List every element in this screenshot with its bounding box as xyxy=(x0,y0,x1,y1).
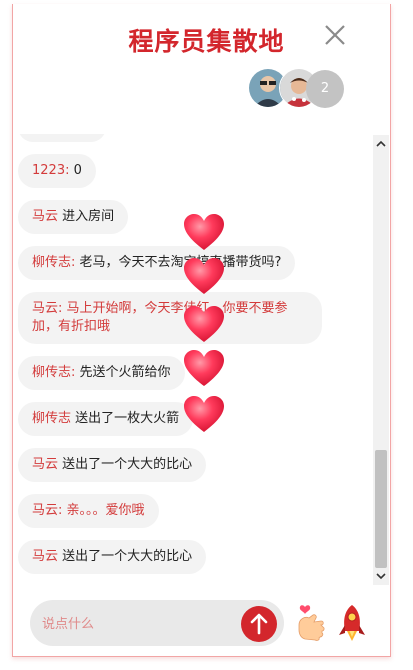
message-text: 送出了一个大大的比心 xyxy=(58,457,193,472)
sender-name: 马云 xyxy=(32,457,59,472)
sender-name: 马云 xyxy=(32,209,59,224)
viewer-count-badge[interactable]: 2 xyxy=(306,70,344,108)
sender-name: 1223 xyxy=(32,163,66,178)
sender-name: 马云 xyxy=(32,301,59,316)
message-input[interactable] xyxy=(40,612,234,636)
message-text: 马上开始啊，今天李佳红，你要不要参加，有折扣哦 xyxy=(32,301,288,334)
chat-message: 马云 送出了一个大大的比心 xyxy=(18,448,207,482)
sender-name: 柳传志 xyxy=(32,411,72,426)
finger-heart-icon xyxy=(298,605,325,641)
room-title: 程序员集散地 xyxy=(128,27,285,56)
message-text: 送出了一个大大的比心 xyxy=(58,549,193,564)
sender-name: 柳传志 xyxy=(32,255,72,270)
chat-message: 马云: 马上开始啊，今天李佳红，你要不要参加，有折扣哦 xyxy=(18,292,322,344)
close-icon xyxy=(325,25,345,45)
chat-scrollbar[interactable] xyxy=(373,135,389,585)
scroll-up-icon[interactable] xyxy=(376,139,386,149)
message-text: 0 xyxy=(69,163,82,178)
chat-message: 马云 进入房间 xyxy=(18,200,129,234)
scroll-down-icon[interactable] xyxy=(376,571,386,581)
message-text: 送出了一枚大火箭 xyxy=(71,411,180,426)
send-button[interactable] xyxy=(241,606,277,642)
rocket-gift-button[interactable] xyxy=(334,603,370,643)
heart-gift-button[interactable] xyxy=(293,603,329,643)
list-item xyxy=(18,134,106,142)
message-text: 先送个火箭给你 xyxy=(75,365,171,380)
rocket-icon xyxy=(339,605,365,641)
chat-message: 马云 送出了一个大大的比心 xyxy=(18,540,207,574)
scrollbar-thumb[interactable] xyxy=(375,450,387,568)
sender-name: 马云 xyxy=(32,503,59,518)
message-text: 老马，今天不去淘宝搞直播带货吗? xyxy=(75,255,282,270)
chat-message: 柳传志: 先送个火箭给你 xyxy=(18,356,185,390)
message-text: 进入房间 xyxy=(58,209,115,224)
arrow-up-icon xyxy=(250,613,268,635)
chat-message: 柳传志 送出了一枚大火箭 xyxy=(18,402,194,436)
chat-message: 1223: 0 xyxy=(18,154,96,188)
chat-message: 柳传志: 老马，今天不去淘宝搞直播带货吗? xyxy=(18,246,296,280)
chat-message: 马云: 亲。。。爱你哦 xyxy=(18,494,159,528)
sender-name: 马云 xyxy=(32,549,59,564)
close-button[interactable] xyxy=(322,22,348,48)
chat-message-list[interactable]: 1223: 0 马云 进入房间 柳传志: 老马，今天不去淘宝搞直播带货吗? 马云… xyxy=(18,134,360,584)
message-text: 亲。。。爱你哦 xyxy=(62,503,145,518)
sender-name: 柳传志 xyxy=(32,365,72,380)
